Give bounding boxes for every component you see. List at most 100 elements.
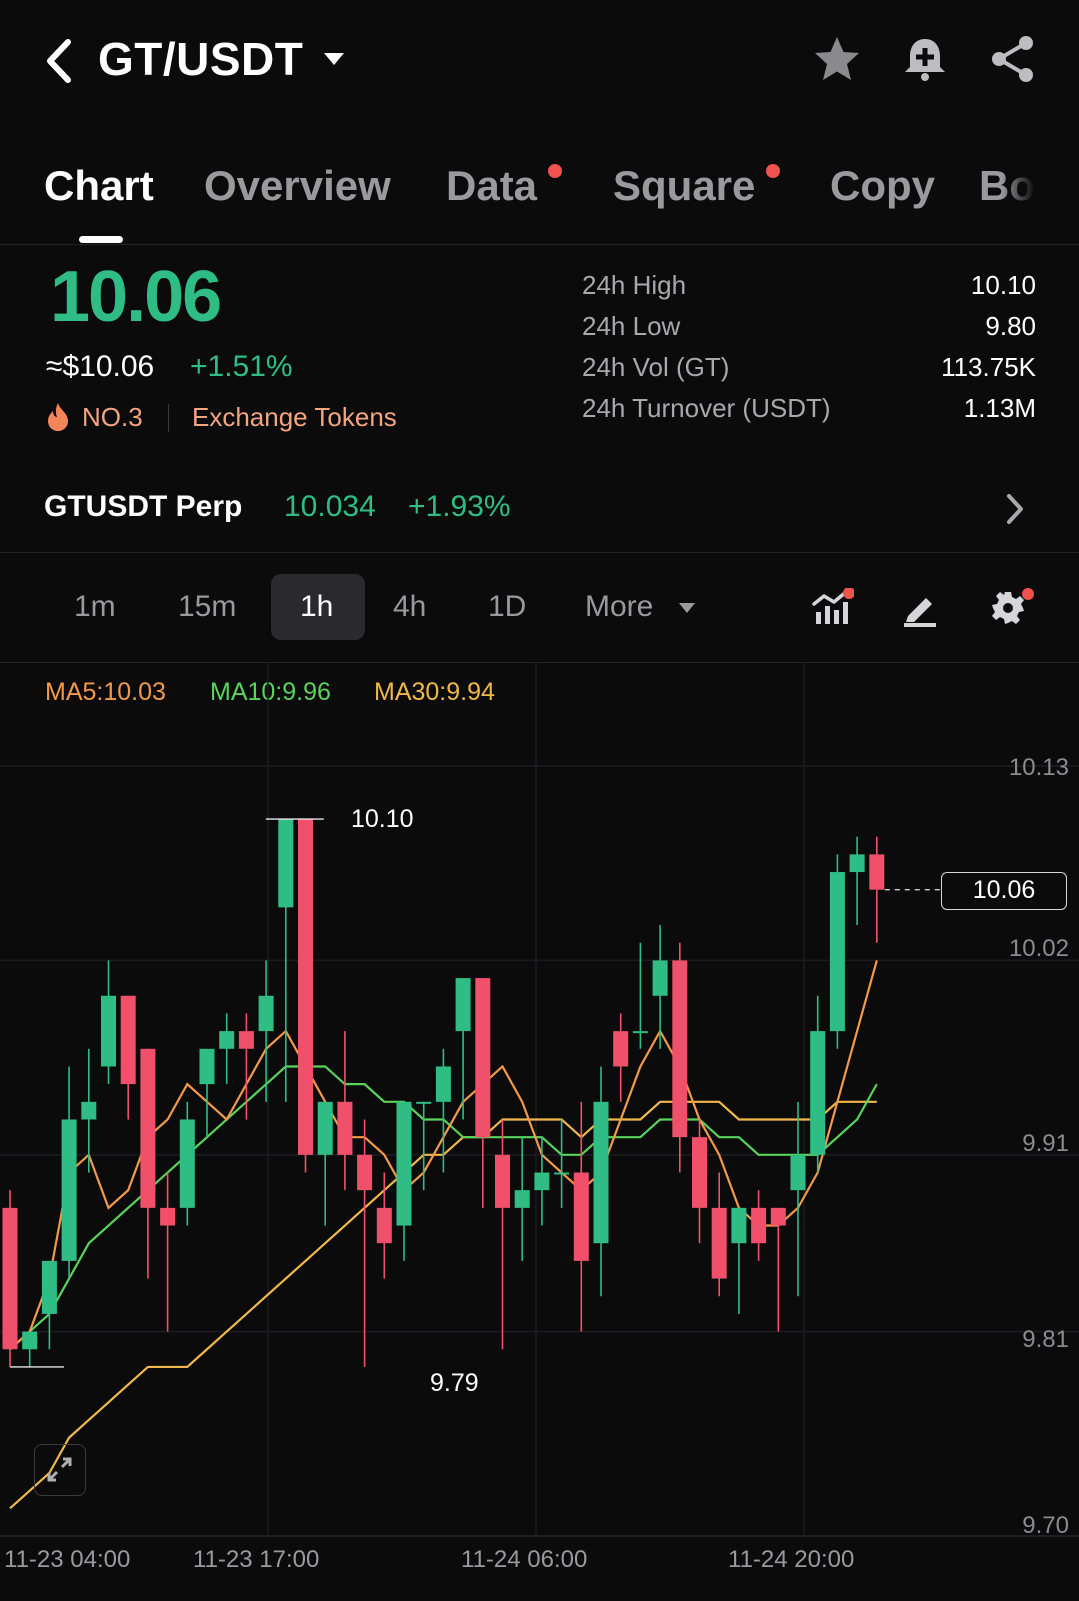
candle — [22, 1331, 38, 1367]
rank-badge[interactable]: NO.3 — [82, 402, 143, 433]
candle-body — [475, 978, 491, 1138]
candle — [120, 995, 136, 1120]
tab-data-notification-dot — [548, 164, 562, 178]
tab-data[interactable]: Data — [446, 162, 537, 210]
stat-value-vol: 113.75K — [941, 352, 1036, 382]
candle-body — [652, 960, 668, 996]
candle-body — [61, 1119, 77, 1261]
candle-body — [692, 1137, 707, 1208]
interval-1h[interactable]: 1h — [300, 590, 333, 624]
perp-name: GTUSDT Perp — [44, 490, 243, 523]
chart-grid — [0, 662, 1079, 1537]
candle-body — [435, 1066, 451, 1102]
x-tick-label: 11-23 17:00 — [193, 1546, 320, 1573]
candle-body — [534, 1172, 550, 1191]
category-tag[interactable]: Exchange Tokens — [192, 402, 397, 433]
active-tab-indicator — [79, 236, 123, 243]
dropdown-caret-icon[interactable] — [322, 50, 346, 68]
candle — [357, 1119, 373, 1367]
candle-body — [2, 1207, 18, 1350]
x-tick-label: 11-24 06:00 — [461, 1546, 588, 1573]
tab-bots-partial[interactable]: Bo — [979, 162, 1035, 210]
candle-body — [810, 1031, 826, 1155]
usd-price: ≈$10.06 — [46, 350, 155, 383]
candle-body — [101, 995, 116, 1067]
bell-plus-icon[interactable] — [900, 34, 950, 84]
expand-chart-button[interactable] — [34, 1444, 86, 1496]
candle-body — [22, 1331, 38, 1350]
back-chevron-icon[interactable] — [40, 36, 76, 86]
candle-body — [869, 854, 885, 890]
candle — [298, 819, 313, 1173]
y-tick-label: 9.81 — [1022, 1326, 1069, 1353]
draw-pencil-icon[interactable] — [900, 588, 940, 628]
candle — [61, 1066, 77, 1279]
candle — [41, 1260, 57, 1350]
candle — [475, 978, 491, 1208]
tab-copy[interactable]: Copy — [830, 162, 935, 210]
x-tick-label: 11-23 04:00 — [4, 1546, 131, 1573]
stat-label-low: 24h Low — [582, 311, 681, 341]
candle — [101, 960, 116, 1085]
interval-4h[interactable]: 4h — [393, 590, 426, 624]
pair-title[interactable]: GT/USDT — [98, 32, 303, 86]
candle — [495, 1119, 510, 1350]
interval-more[interactable]: More — [585, 590, 653, 624]
candle-body — [317, 1101, 333, 1155]
candle — [238, 1013, 254, 1120]
perp-price: 10.034 — [284, 490, 376, 523]
candle-body — [770, 1207, 786, 1226]
expand-icon — [47, 1457, 72, 1482]
settings-gear-icon[interactable] — [988, 586, 1038, 628]
candle-body — [120, 995, 136, 1085]
y-tick-label: 10.02 — [1008, 935, 1069, 962]
interval-15m[interactable]: 15m — [178, 590, 236, 624]
interval-1d[interactable]: 1D — [488, 590, 526, 624]
candle-body — [140, 1048, 156, 1208]
candle-body — [416, 1101, 432, 1104]
candle — [632, 942, 648, 1049]
current-price-tag: 10.06 — [941, 872, 1067, 910]
tab-overview[interactable]: Overview — [204, 162, 391, 210]
stat-label-vol: 24h Vol (GT) — [582, 352, 730, 382]
candle — [140, 1048, 156, 1279]
more-caret-icon — [679, 603, 695, 613]
x-tick-label: 11-24 20:00 — [728, 1546, 855, 1573]
candle — [829, 854, 845, 1049]
fire-icon — [48, 403, 68, 431]
rank-separator — [168, 404, 169, 432]
price-change: +1.51% — [190, 350, 293, 383]
stat-label-turnover: 24h Turnover (USDT) — [582, 393, 831, 423]
candle — [672, 942, 688, 1173]
candle-body — [790, 1154, 806, 1191]
candle-body — [357, 1154, 373, 1191]
candle — [869, 836, 885, 943]
candlestick-chart[interactable] — [0, 662, 1079, 1601]
tab-chart[interactable]: Chart — [44, 162, 154, 210]
candle — [652, 925, 668, 1049]
candle — [731, 1207, 747, 1314]
share-icon[interactable] — [988, 34, 1038, 84]
interval-1m[interactable]: 1m — [74, 590, 116, 624]
candle — [711, 1172, 727, 1297]
candle — [396, 1101, 412, 1261]
perp-row[interactable]: GTUSDT Perp 10.034 +1.93% — [0, 466, 1079, 552]
tab-square[interactable]: Square — [613, 162, 755, 210]
candle — [692, 1119, 707, 1244]
candle — [554, 1119, 570, 1208]
perp-change: +1.93% — [408, 490, 511, 523]
candle — [81, 1048, 97, 1173]
candles-group — [2, 819, 885, 1367]
candle — [317, 1101, 333, 1226]
candle — [613, 1013, 629, 1102]
candle-body — [337, 1101, 353, 1155]
candle-body — [751, 1207, 767, 1244]
indicators-icon[interactable] — [812, 588, 854, 628]
star-icon[interactable] — [812, 34, 862, 84]
candle — [751, 1190, 767, 1261]
candle-body — [199, 1048, 215, 1085]
candle-body — [455, 978, 471, 1032]
stat-value-high: 10.10 — [970, 270, 1036, 300]
last-price: 10.06 — [50, 257, 222, 337]
candle-body — [298, 819, 313, 1155]
